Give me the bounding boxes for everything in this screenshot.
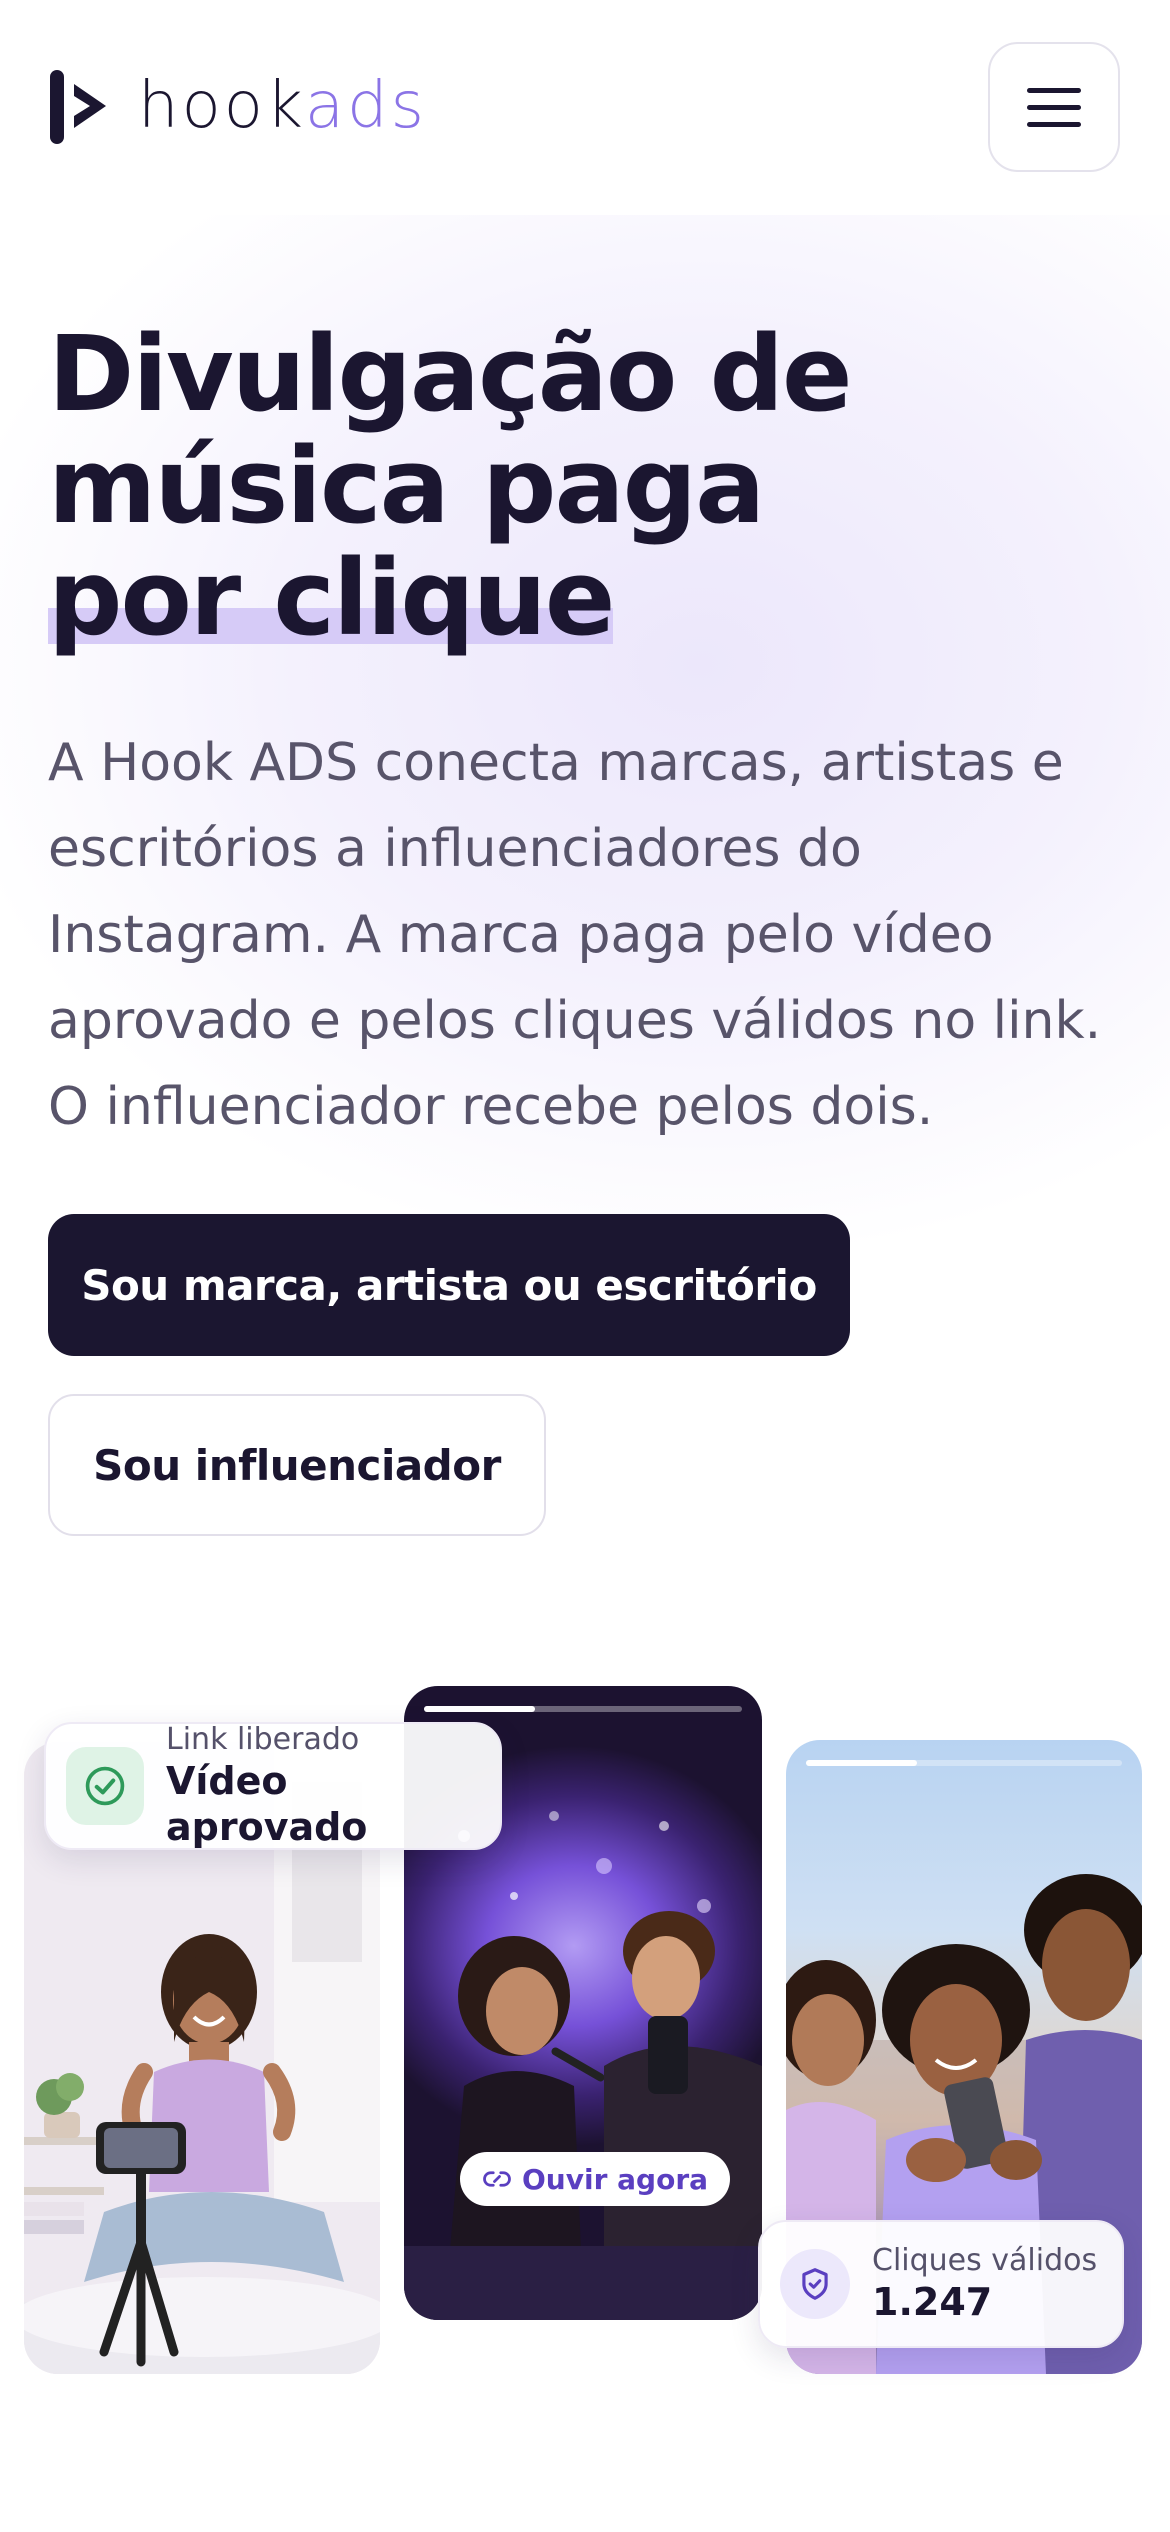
headline-line-3-highlight: por clique: [48, 537, 615, 659]
menu-button[interactable]: [988, 42, 1120, 172]
link-icon: [483, 2171, 511, 2187]
logo[interactable]: hookads: [48, 66, 427, 146]
brand-signup-button[interactable]: Sou marca, artista ou escritório: [48, 1214, 850, 1356]
clicks-badge-caption: Cliques válidos: [872, 2243, 1098, 2278]
headline-line-1: Divulgação de: [48, 313, 853, 435]
story-progress-bar: [424, 1706, 742, 1712]
hamburger-line: [1027, 121, 1081, 127]
video-approved-badge: Link liberado Vídeo aprovado: [44, 1722, 502, 1850]
logo-mark-icon: [48, 66, 112, 146]
hamburger-line: [1027, 104, 1081, 110]
hero-description: A Hook ADS conecta marcas, artistas e es…: [48, 733, 1102, 1137]
listen-now-button[interactable]: Ouvir agora: [460, 2152, 731, 2206]
logo-wordmark: hookads: [138, 69, 427, 143]
valid-clicks-badge: Cliques válidos 1.247: [758, 2220, 1124, 2348]
check-circle-icon: [66, 1747, 144, 1825]
approved-badge-title: Vídeo aprovado: [166, 1759, 368, 1849]
hero-headline: Divulgação de música paga por clique: [48, 318, 1128, 654]
headline-line-2: música paga: [48, 425, 765, 547]
shield-check-icon: [780, 2249, 850, 2319]
hamburger-menu-icon: [1027, 87, 1081, 93]
listen-now-label: Ouvir agora: [522, 2162, 709, 2196]
site-header: hookads: [0, 0, 1170, 215]
clicks-badge-count: 1.247: [872, 2280, 993, 2324]
influencer-signup-button[interactable]: Sou influenciador: [48, 1394, 546, 1536]
approved-badge-caption: Link liberado: [166, 1722, 360, 1757]
story-progress-bar: [806, 1760, 1122, 1766]
